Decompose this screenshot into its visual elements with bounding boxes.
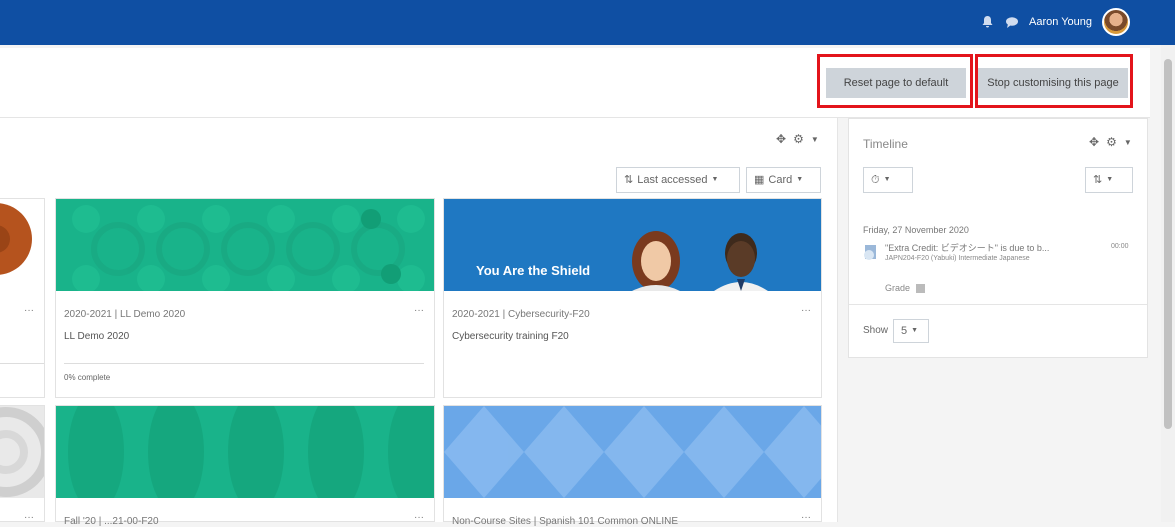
show-label: Show	[863, 325, 889, 336]
course-category: 2020-2021 | Cybersecurity-F20	[452, 309, 590, 320]
timeline-event-time: 00:00	[1111, 243, 1129, 250]
timeline-block: Timeline ✥ ⚙ ▼ ⏱ ▼ ⇅ ▼ Friday, 27 Novemb…	[848, 118, 1148, 358]
course-card[interactable]: Non-Course Sites | Spanish 101 Common ON…	[443, 405, 822, 527]
user-name[interactable]: Aaron Young	[1029, 16, 1092, 28]
course-menu-icon[interactable]: ···	[801, 512, 811, 523]
timeline-course-name: JAPN204-F20 (Yabuki) Intermediate Japane…	[885, 255, 1030, 262]
course-card-image: You Are the Shield	[444, 199, 821, 291]
timeline-filter-dropdown[interactable]: ⏱ ▼	[863, 167, 913, 193]
grid-icon: ▦	[754, 174, 765, 186]
grade-icon	[915, 284, 925, 294]
highlight-box-stop	[975, 54, 1133, 108]
timeline-sort-dropdown[interactable]: ⇅ ▼	[1085, 167, 1133, 193]
clock-icon: ⏱	[871, 174, 880, 186]
chevron-down-icon: ▼	[796, 176, 804, 183]
course-card[interactable]: 2020-2021 | LL Demo 2020 ··· LL Demo 202…	[55, 198, 435, 398]
course-menu-icon[interactable]: ···	[24, 305, 34, 316]
course-card-partial-2[interactable]: ···	[0, 405, 45, 523]
page-scrollbar[interactable]	[1161, 45, 1175, 522]
sort-label: Last accessed	[637, 174, 708, 186]
course-menu-icon[interactable]: ···	[414, 305, 424, 316]
block-controls: ✥ ⚙ ▼	[776, 132, 819, 146]
timeline-event-link[interactable]: "Extra Credit: ビデオシート" is due to b...	[885, 241, 1095, 254]
course-name[interactable]: LL Demo 2020	[64, 331, 129, 342]
course-card[interactable]: You Are the Shield 2020-2021 | Cybersecu…	[443, 198, 822, 398]
sort-icon: ⇅	[1093, 174, 1103, 186]
chevron-down-icon: ▼	[1106, 176, 1114, 183]
user-menu-area: Aaron Young	[981, 8, 1130, 36]
chevron-down-icon: ▼	[883, 176, 891, 183]
course-card-image	[56, 406, 434, 498]
banner-text: You Are the Shield	[476, 263, 591, 278]
scrollbar-thumb[interactable]	[1164, 59, 1172, 429]
course-card-partial[interactable]: ···	[0, 198, 45, 398]
move-icon[interactable]: ✥	[776, 132, 786, 146]
chevron-down-icon: ▼	[911, 327, 919, 334]
highlight-box-reset	[817, 54, 973, 108]
course-menu-icon[interactable]: ···	[24, 512, 34, 523]
caret-down-icon[interactable]: ▼	[1124, 138, 1132, 147]
timeline-date: Friday, 27 November 2020	[863, 225, 969, 235]
course-card-image	[444, 406, 821, 498]
progress-bar	[64, 363, 424, 364]
course-menu-icon[interactable]: ···	[801, 305, 811, 316]
course-card-image	[0, 406, 44, 498]
grade-link[interactable]: Grade	[885, 283, 925, 294]
view-label: Card	[768, 174, 793, 186]
course-menu-icon[interactable]: ···	[414, 512, 424, 523]
avatar[interactable]	[1102, 8, 1130, 36]
show-count-select[interactable]: 5 ▼	[893, 319, 929, 343]
show-count-value: 5	[901, 325, 908, 337]
chat-icon[interactable]	[1005, 15, 1019, 29]
caret-down-icon[interactable]: ▼	[811, 135, 819, 144]
course-card-image	[0, 199, 44, 291]
progress-text: 0% complete	[64, 373, 111, 382]
course-card-image	[56, 199, 434, 291]
chevron-down-icon: ▼	[711, 176, 719, 183]
course-card[interactable]: Fall '20 | ...21-00-F20 ···	[55, 405, 435, 527]
timeline-title: Timeline	[863, 137, 908, 151]
top-navbar: Aaron Young	[0, 0, 1175, 45]
grade-label: Grade	[885, 283, 911, 293]
assignment-icon	[863, 243, 879, 261]
timeline-block-controls: ✥ ⚙ ▼	[1089, 135, 1132, 149]
progress-line	[0, 363, 44, 364]
gear-icon[interactable]: ⚙	[1106, 135, 1117, 149]
bell-icon[interactable]	[981, 15, 995, 29]
sort-dropdown[interactable]: ⇅ Last accessed ▼	[616, 167, 740, 193]
course-name[interactable]: Cybersecurity training F20	[452, 331, 569, 342]
course-category: 2020-2021 | LL Demo 2020	[64, 309, 186, 320]
sort-icon: ⇅	[624, 174, 634, 186]
view-dropdown[interactable]: ▦ Card ▼	[746, 167, 821, 193]
divider	[849, 304, 1147, 305]
move-icon[interactable]: ✥	[1089, 135, 1099, 149]
gear-icon[interactable]: ⚙	[793, 132, 804, 146]
